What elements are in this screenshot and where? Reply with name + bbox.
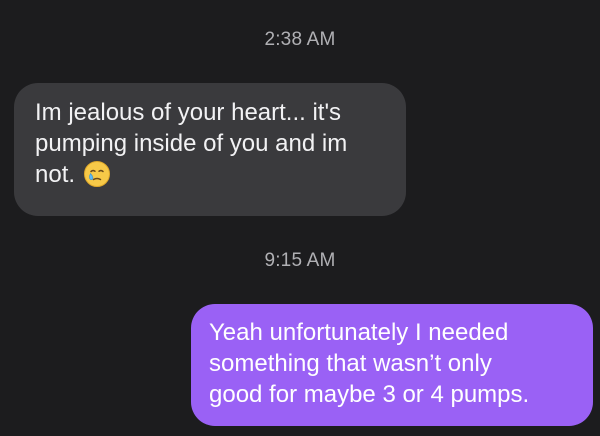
message-line: something that wasn’t only [209, 350, 492, 377]
outgoing-message-bubble[interactable]: Yeah unfortunately I needed something th… [191, 304, 593, 426]
message-line-last: not. [35, 159, 386, 190]
message-line: Im jealous of your heart... it's [35, 99, 342, 126]
message-line: good for maybe 3 or 4 pumps. [209, 381, 530, 408]
message-text: not. [35, 161, 76, 188]
timestamp: 2:38 AM [264, 29, 336, 50]
message-thread: 2:38 AM Im jealous of your heart... it's… [0, 0, 600, 436]
face-holding-back-tears-icon [84, 161, 111, 187]
message-line: pumping inside of you and im [35, 130, 348, 157]
incoming-message-bubble[interactable]: Im jealous of your heart... it's pumping… [14, 83, 406, 216]
timestamp: 9:15 AM [264, 250, 336, 271]
message-line: Yeah unfortunately I needed [209, 319, 509, 346]
